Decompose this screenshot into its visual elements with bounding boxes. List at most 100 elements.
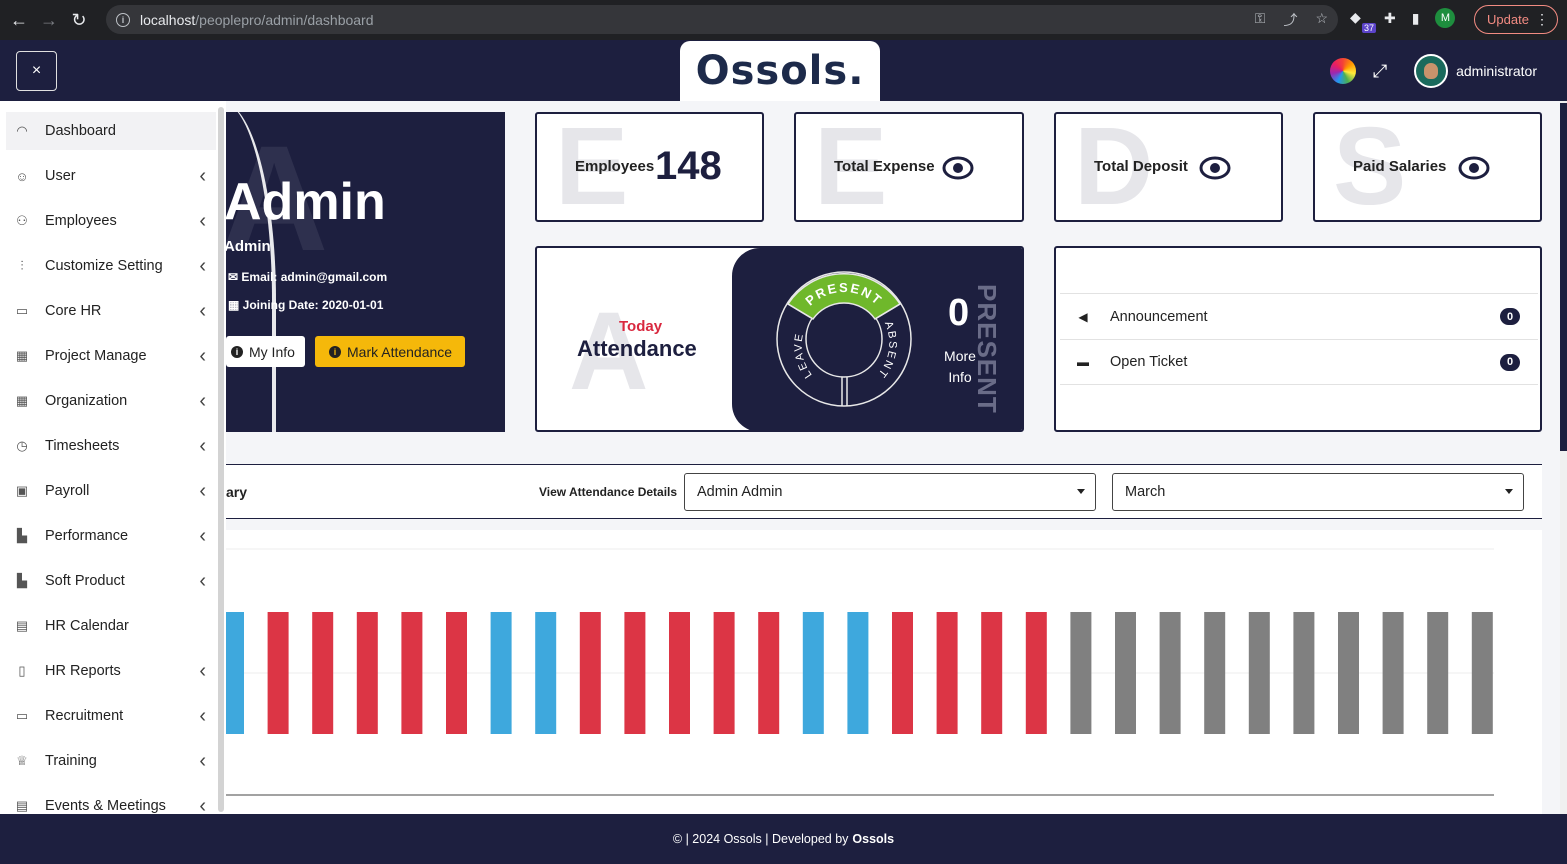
site-info-icon[interactable]: i xyxy=(116,12,130,27)
paid-salaries-label: Paid Salaries xyxy=(1353,158,1447,175)
ticket-icon: ▬ xyxy=(1077,355,1089,369)
page-scrollbar[interactable] xyxy=(1560,101,1567,814)
bar-day-10[interactable] xyxy=(535,612,557,734)
bar-day-13[interactable] xyxy=(669,612,690,734)
star-icon[interactable]: ☆ xyxy=(1315,10,1328,30)
sidebar-item-soft-product[interactable]: ▙ Soft Product ‹ xyxy=(6,562,216,600)
eye-icon[interactable] xyxy=(1458,152,1490,184)
open-ticket-row[interactable]: ▬ Open Ticket 0 xyxy=(1060,339,1538,385)
user-avatar[interactable] xyxy=(1414,54,1449,88)
back-icon[interactable]: ← xyxy=(8,9,30,31)
sidebar-item-label: Project Manage xyxy=(45,348,147,364)
bar-day-5[interactable] xyxy=(312,612,334,734)
total-deposit-card[interactable]: D Total Deposit xyxy=(1054,112,1283,222)
sidebar-item-hr-reports[interactable]: ▯ HR Reports ‹ xyxy=(6,652,216,690)
attendance-ring[interactable]: PRESENT ABSENT LEAVE xyxy=(769,264,919,414)
grid-icon: ▦ xyxy=(15,393,29,408)
puzzle-icon[interactable]: ✚ xyxy=(1384,10,1396,27)
bar-day-12[interactable] xyxy=(624,612,646,734)
employee-select[interactable]: Admin Admin xyxy=(684,473,1096,511)
fullscreen-icon[interactable]: ⤢ xyxy=(1370,61,1390,82)
bar-day-24[interactable] xyxy=(1159,612,1181,734)
bar-day-23[interactable] xyxy=(1115,612,1136,734)
sidebar-item-recruitment[interactable]: ▭ Recruitment ‹ xyxy=(6,697,216,735)
profile-avatar[interactable]: M xyxy=(1435,8,1456,28)
chevron-left-icon: ‹ xyxy=(199,164,206,187)
sidebar-scrollbar[interactable] xyxy=(218,107,224,812)
paid-salaries-card[interactable]: S Paid Salaries xyxy=(1313,112,1542,222)
sidebar-item-employees[interactable]: ⚇ Employees ‹ xyxy=(6,202,216,240)
sidebar-item-payroll[interactable]: ▣ Payroll ‹ xyxy=(6,472,216,510)
bar-day-14[interactable] xyxy=(713,612,735,734)
bar-day-9[interactable] xyxy=(490,612,512,734)
caret-down-icon xyxy=(1505,489,1513,494)
bar-day-7[interactable] xyxy=(401,612,423,734)
bar-day-31[interactable] xyxy=(1471,612,1493,734)
sidebar-item-label: Employees xyxy=(45,213,117,229)
sidebar-item-customize-setting[interactable]: ⫶ Customize Setting ‹ xyxy=(6,247,216,285)
announcement-row[interactable]: ◀ Announcement 0 xyxy=(1060,293,1538,339)
bar-day-19[interactable] xyxy=(936,612,958,734)
eye-icon[interactable] xyxy=(1199,152,1231,184)
sidebar-item-user[interactable]: ☺ User ‹ xyxy=(6,157,216,195)
view-attendance-label: View Attendance Details xyxy=(539,485,678,499)
bar-day-29[interactable] xyxy=(1382,612,1404,734)
eye-icon[interactable] xyxy=(942,152,974,184)
bar-day-22[interactable] xyxy=(1070,612,1092,734)
my-info-button[interactable]: i My Info xyxy=(226,336,305,367)
sidebar-item-label: HR Reports xyxy=(45,663,121,679)
logo[interactable]: Ossols. xyxy=(680,41,880,101)
month-select[interactable]: March xyxy=(1112,473,1524,511)
bar-day-4[interactable] xyxy=(267,612,289,734)
briefcase-icon: ▭ xyxy=(15,303,29,318)
attendance-today-label: Today xyxy=(619,318,663,335)
bar-day-15[interactable] xyxy=(758,612,780,734)
extension-icon[interactable]: ◆ 37 xyxy=(1350,9,1376,33)
employees-card[interactable]: E Employees 148 xyxy=(535,112,764,222)
bar-day-11[interactable] xyxy=(579,612,601,734)
profile-email: ✉ Email: admin@gmail.com xyxy=(228,270,388,284)
key-icon[interactable]: ⚿ xyxy=(1255,10,1266,30)
bar-day-21[interactable] xyxy=(1025,612,1047,734)
sidebar-item-organization[interactable]: ▦ Organization ‹ xyxy=(6,382,216,420)
total-expense-card[interactable]: E Total Expense xyxy=(794,112,1024,222)
bar-day-8[interactable] xyxy=(446,612,467,734)
bar-day-27[interactable] xyxy=(1293,612,1315,734)
color-picker-icon[interactable] xyxy=(1330,58,1357,84)
bar-day-6[interactable] xyxy=(356,612,378,734)
sidebar-item-timesheets[interactable]: ◷ Timesheets ‹ xyxy=(6,427,216,465)
user-name[interactable]: administrator xyxy=(1456,63,1537,79)
bar-day-18[interactable] xyxy=(892,612,913,734)
bar-day-16[interactable] xyxy=(802,612,824,734)
reload-icon[interactable]: ↻ xyxy=(68,9,90,31)
bar-day-3[interactable] xyxy=(226,612,244,734)
chevron-left-icon: ‹ xyxy=(199,434,206,457)
announcement-label: Announcement xyxy=(1110,308,1208,325)
sidebar-item-performance[interactable]: ▙ Performance ‹ xyxy=(6,517,216,555)
bar-day-28[interactable] xyxy=(1338,612,1359,734)
bar-day-17[interactable] xyxy=(847,612,869,734)
bar-day-25[interactable] xyxy=(1204,612,1226,734)
bar-day-30[interactable] xyxy=(1427,612,1449,734)
bar-day-20[interactable] xyxy=(981,612,1003,734)
chevron-left-icon: ‹ xyxy=(199,794,206,815)
side-panel-icon[interactable]: ▮ xyxy=(1412,10,1420,27)
forward-icon[interactable]: → xyxy=(38,9,60,31)
sidebar-item-events-meetings[interactable]: ▤ Events & Meetings ‹ xyxy=(6,787,216,815)
sidebar-item-hr-calendar[interactable]: ▤ HR Calendar xyxy=(6,607,216,645)
mark-attendance-button[interactable]: i Mark Attendance xyxy=(315,336,465,367)
sidebar-item-dashboard[interactable]: ◠ Dashboard xyxy=(6,112,216,150)
chevron-left-icon: ‹ xyxy=(199,749,206,772)
share-icon[interactable]: ⤴ xyxy=(1283,10,1297,30)
attendance-status-panel: PRESENT ABSENT LEAVE 0 More Info PRESENT xyxy=(732,248,1022,430)
close-sidebar-button[interactable]: × xyxy=(16,51,57,91)
footer-text: © | 2024 Ossols | Developed by xyxy=(672,832,849,846)
sidebar-item-training[interactable]: ♕ Training ‹ xyxy=(6,742,216,780)
clock-icon: ◷ xyxy=(16,438,28,453)
sidebar-item-core-hr[interactable]: ▭ Core HR ‹ xyxy=(6,292,216,330)
bar-day-26[interactable] xyxy=(1248,612,1270,734)
update-button[interactable]: Update ⋮ xyxy=(1474,5,1558,34)
sidebar-item-project-manage[interactable]: ▦ Project Manage ‹ xyxy=(6,337,216,375)
footer-brand[interactable]: Ossols xyxy=(852,832,894,846)
chevron-left-icon: ‹ xyxy=(199,299,206,322)
